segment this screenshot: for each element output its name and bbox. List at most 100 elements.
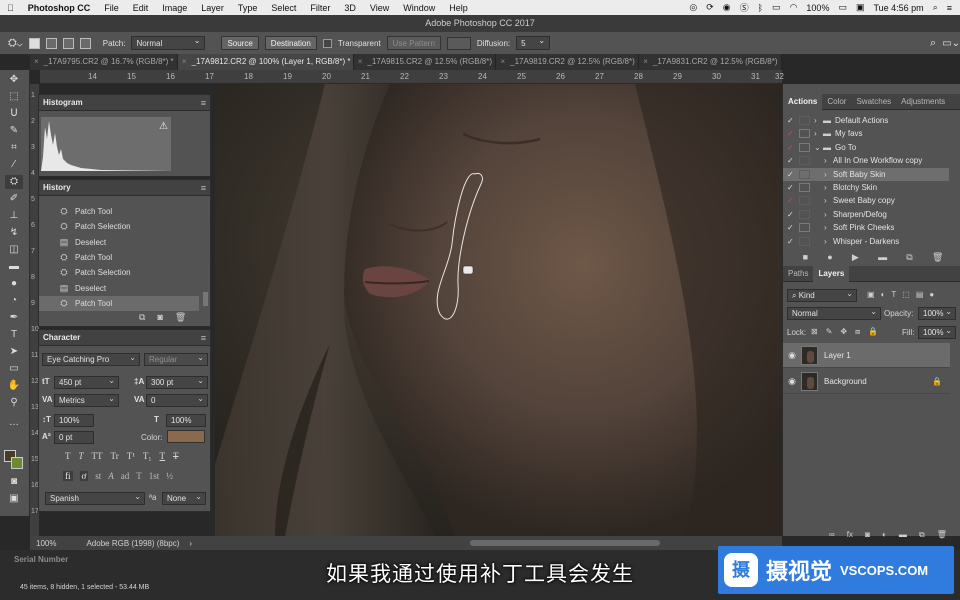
toggle-item-icon[interactable]: ✓ bbox=[787, 143, 797, 152]
filter-toggle-icon[interactable]: ● bbox=[929, 290, 934, 299]
destination-button[interactable]: Destination bbox=[264, 36, 317, 50]
old-style-button[interactable]: ơ bbox=[79, 471, 89, 481]
history-item[interactable]: ⛭ Patch Selection bbox=[39, 265, 199, 280]
patch-tool-preset-icon[interactable]: ⛭⌄ bbox=[8, 37, 23, 50]
eye-icon[interactable]: ◉ bbox=[783, 376, 801, 387]
type-tool-icon[interactable]: T bbox=[5, 328, 23, 342]
hand-tool-icon[interactable]: ✋ bbox=[5, 379, 23, 393]
toggle-item-icon[interactable]: ✓ bbox=[787, 237, 797, 246]
toggle-dialog-icon[interactable] bbox=[799, 183, 810, 192]
toggle-dialog-icon[interactable] bbox=[799, 142, 810, 152]
diffusion-select[interactable]: 5 bbox=[516, 35, 551, 50]
lasso-tool-icon[interactable]: ᑌ bbox=[5, 107, 23, 121]
toggle-dialog-icon[interactable] bbox=[799, 236, 810, 246]
stop-icon[interactable]: ■ bbox=[803, 252, 808, 263]
eyedropper-tool-icon[interactable]: ⁄ bbox=[5, 158, 23, 172]
action-set-row[interactable]: ✓ › ▬ Default Actions bbox=[783, 114, 949, 127]
superscript-button[interactable]: T¹ bbox=[127, 451, 135, 461]
titling-alternates-button[interactable]: T bbox=[136, 471, 142, 481]
chevron-right-icon[interactable]: › bbox=[814, 116, 823, 125]
chevron-right-icon[interactable]: › bbox=[824, 196, 833, 205]
chevron-right-icon[interactable]: › bbox=[824, 170, 833, 179]
smart-object-filter-icon[interactable]: ▤ bbox=[916, 290, 924, 299]
toggle-dialog-icon[interactable] bbox=[799, 209, 810, 219]
toggle-item-icon[interactable]: ✓ bbox=[787, 116, 797, 125]
discretionary-ligatures-button[interactable]: st bbox=[95, 471, 101, 481]
chevron-right-icon[interactable]: › bbox=[824, 223, 833, 232]
subscript-button[interactable]: T₁ bbox=[143, 451, 152, 461]
action-row[interactable]: ✓ › Soft Baby Skin bbox=[783, 167, 949, 181]
leading-field[interactable]: 300 pt bbox=[146, 375, 208, 389]
strikethrough-button[interactable]: T bbox=[173, 451, 179, 461]
brush-tool-icon[interactable]: ✐ bbox=[5, 192, 23, 206]
layer-filter-select[interactable]: ⌕ Kind bbox=[787, 288, 857, 302]
shape-filter-icon[interactable]: ⬚ bbox=[902, 290, 910, 299]
search-icon[interactable]: ⌕ bbox=[930, 37, 936, 50]
toggle-item-icon[interactable]: ✓ bbox=[787, 156, 797, 165]
apple-menu[interactable]:  bbox=[0, 3, 21, 13]
tab-paths[interactable]: Paths bbox=[783, 266, 813, 282]
notification-center-icon[interactable]: ≡ bbox=[947, 3, 952, 13]
ordinals-button[interactable]: 1st bbox=[149, 471, 160, 481]
background-color-swatch[interactable] bbox=[11, 457, 23, 469]
layer-row[interactable]: ◉ Background 🔒 bbox=[783, 369, 950, 394]
trash-icon[interactable]: 🗑 bbox=[175, 312, 186, 323]
faux-italic-button[interactable]: T bbox=[79, 451, 84, 461]
history-item[interactable]: ⛭ Patch Tool bbox=[39, 250, 199, 265]
new-set-icon[interactable]: ▬ bbox=[878, 252, 887, 263]
wifi-icon[interactable]: ◠ bbox=[790, 2, 798, 13]
shape-tool-icon[interactable]: ▭ bbox=[5, 362, 23, 376]
history-scrollbar[interactable] bbox=[203, 292, 208, 306]
fill-field[interactable]: 100% bbox=[918, 325, 956, 339]
menu-view[interactable]: View bbox=[363, 3, 396, 13]
opacity-field[interactable]: 100% bbox=[918, 306, 956, 320]
trash-icon[interactable]: 🗑 bbox=[937, 530, 947, 540]
fx-icon[interactable]: fx bbox=[847, 530, 853, 540]
sync-icon[interactable]: ⟳ bbox=[706, 2, 714, 13]
transparent-checkbox[interactable] bbox=[322, 38, 332, 48]
menu-3d[interactable]: 3D bbox=[337, 3, 363, 13]
panel-menu-icon[interactable]: ≡ bbox=[201, 98, 206, 108]
action-row[interactable]: ✓ › Soft Pink Cheeks bbox=[783, 221, 949, 234]
pen-tool-icon[interactable]: ✒ bbox=[5, 311, 23, 325]
move-tool-icon[interactable]: ✥ bbox=[5, 73, 23, 87]
lock-position-icon[interactable]: ✥ bbox=[840, 327, 847, 337]
swash-button[interactable]: A bbox=[108, 471, 114, 481]
eye-icon[interactable]: ◉ bbox=[783, 350, 801, 361]
history-item-selected[interactable]: ⛭ Patch Tool bbox=[39, 296, 199, 311]
skype-icon[interactable]: Ⓢ bbox=[740, 1, 749, 14]
path-select-tool-icon[interactable]: ➤ bbox=[5, 345, 23, 359]
toggle-item-icon[interactable]: ✓ bbox=[787, 223, 797, 232]
toggle-item-icon[interactable]: ✓ bbox=[787, 170, 797, 179]
chevron-right-icon[interactable]: › bbox=[824, 156, 833, 165]
menu-select[interactable]: Select bbox=[264, 3, 303, 13]
pattern-swatch[interactable] bbox=[446, 36, 471, 50]
font-style-select[interactable]: Regular bbox=[144, 352, 208, 366]
vertical-scale-field[interactable]: 100% bbox=[54, 414, 94, 427]
toggle-item-icon[interactable]: ✓ bbox=[787, 183, 797, 192]
font-family-select[interactable]: Eye Catching Pro bbox=[42, 352, 140, 366]
blur-tool-icon[interactable]: ● bbox=[5, 277, 23, 291]
chevron-right-icon[interactable]: › bbox=[814, 129, 823, 138]
document-profile[interactable]: Adobe RGB (1998) (8bpc) bbox=[86, 539, 179, 548]
history-item[interactable]: ▤ Deselect bbox=[39, 235, 199, 250]
tracking-select[interactable]: 0 bbox=[146, 393, 208, 407]
horizontal-ruler[interactable]: 14 15 16 17 18 19 20 21 22 23 24 25 26 2… bbox=[40, 70, 784, 84]
crop-tool-icon[interactable]: ⌗ bbox=[5, 141, 23, 155]
close-icon[interactable]: × bbox=[643, 57, 648, 66]
ligatures-button[interactable]: fi bbox=[63, 471, 73, 481]
history-brush-tool-icon[interactable]: ↯ bbox=[5, 226, 23, 240]
layer-row-selected[interactable]: ◉ Layer 1 bbox=[783, 343, 950, 368]
quick-select-tool-icon[interactable]: ✎ bbox=[5, 124, 23, 138]
document-canvas[interactable] bbox=[215, 84, 782, 536]
antialias-select[interactable]: None bbox=[162, 491, 206, 505]
action-row[interactable]: ✓ › Sweet Baby copy bbox=[783, 194, 949, 207]
lock-transparency-icon[interactable]: ⊠ bbox=[811, 327, 818, 337]
close-icon[interactable]: × bbox=[182, 57, 187, 66]
menu-image[interactable]: Image bbox=[155, 3, 194, 13]
adjustment-layer-icon[interactable]: ◐ bbox=[882, 530, 887, 540]
action-row[interactable]: ✓ › All In One Workflow copy bbox=[783, 154, 949, 167]
new-document-from-state-icon[interactable]: ⧉ bbox=[139, 312, 145, 323]
lock-artboard-icon[interactable]: ⧈ bbox=[855, 327, 860, 337]
quick-mask-icon[interactable]: ◙ bbox=[5, 475, 23, 489]
